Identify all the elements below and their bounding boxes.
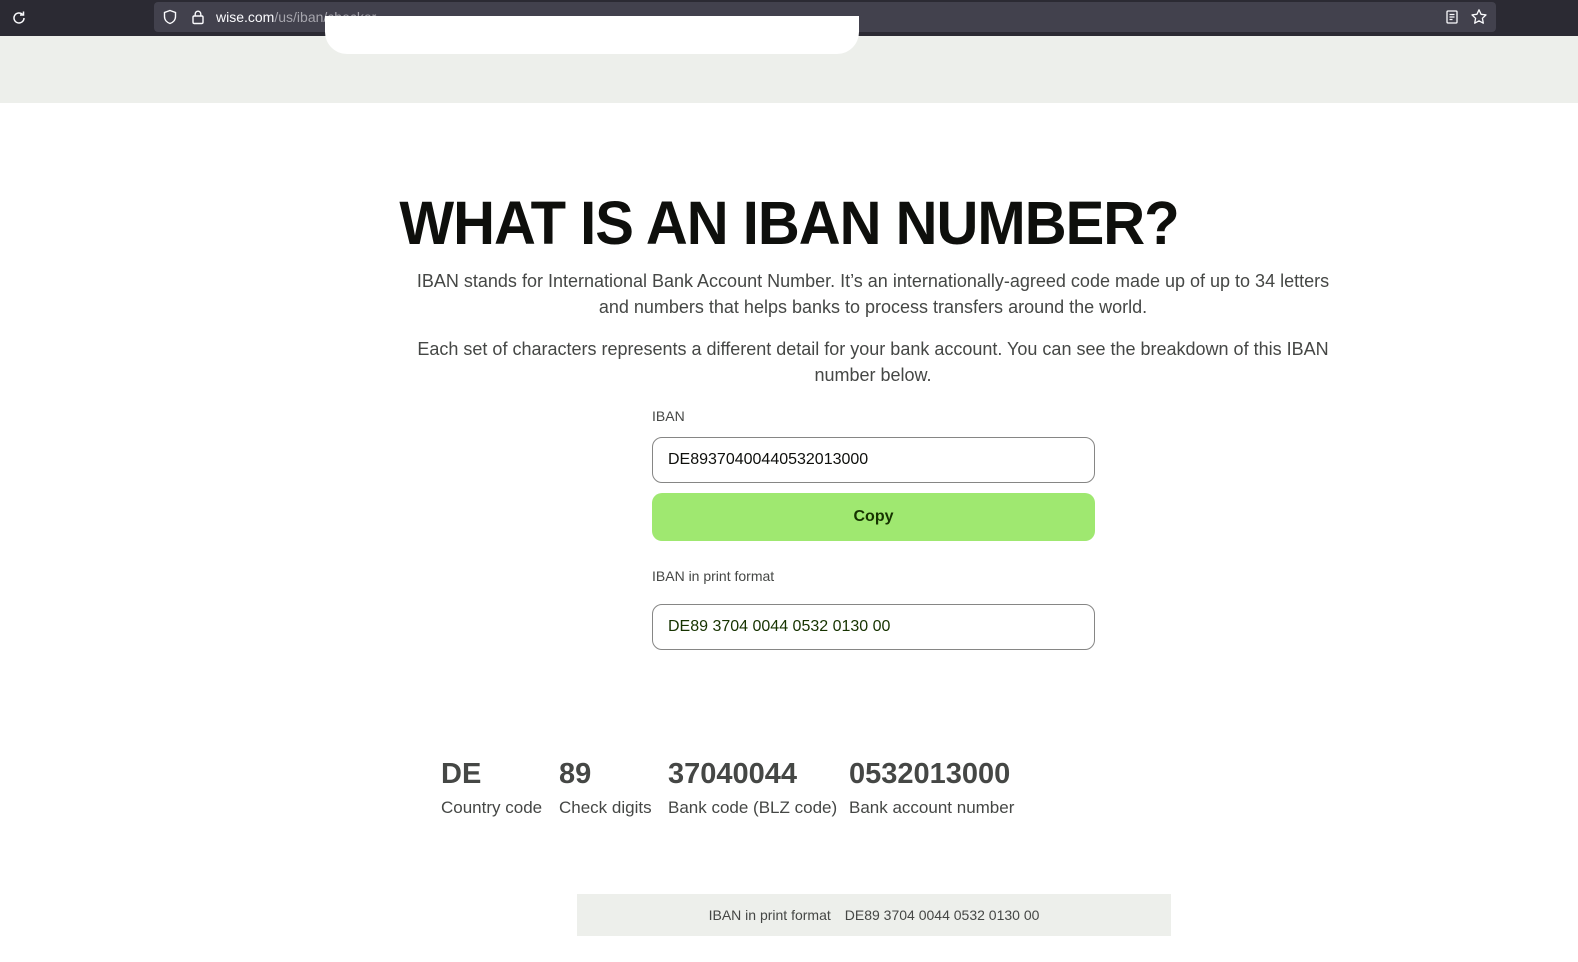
print-format-field[interactable] xyxy=(652,604,1095,650)
shield-icon[interactable] xyxy=(162,9,178,30)
breakdown-paragraph: Each set of characters represents a diff… xyxy=(417,339,1329,385)
iban-field-label: IBAN xyxy=(652,408,685,424)
breakdown-account-number: 0532013000 Bank account number xyxy=(849,756,1014,818)
top-section-band xyxy=(0,16,1578,103)
bookmark-star-icon[interactable] xyxy=(1470,8,1488,31)
breakdown-country-code: DE Country code xyxy=(441,756,542,818)
intro-paragraph: IBAN stands for International Bank Accou… xyxy=(416,271,1330,317)
reader-view-icon[interactable] xyxy=(1444,9,1460,30)
breakdown-caption: Country code xyxy=(441,798,543,817)
summary-label: IBAN in print format xyxy=(708,907,831,923)
breakdown-caption: Check digits xyxy=(559,798,652,817)
breakdown-value: DE xyxy=(441,758,482,790)
breakdown-bank-code: 37040044 Bank code (BLZ code) xyxy=(668,756,837,818)
previous-card-bottom xyxy=(325,16,859,54)
print-format-summary-bar: IBAN in print format DE89 3704 0044 0532… xyxy=(577,894,1171,936)
breakdown-value: 89 xyxy=(559,758,592,790)
breakdown-value: 37040044 xyxy=(668,758,798,790)
summary-value: DE89 3704 0044 0532 0130 00 xyxy=(844,907,1040,923)
breakdown-caption: Bank code (BLZ code) xyxy=(668,798,838,817)
breakdown-value: 0532013000 xyxy=(849,758,1011,790)
reload-icon[interactable] xyxy=(9,8,29,28)
breakdown-caption: Bank account number xyxy=(849,798,1015,817)
breakdown-check-digits: 89 Check digits xyxy=(559,756,652,818)
url-domain: wise.com xyxy=(216,9,275,25)
print-format-label: IBAN in print format xyxy=(652,568,775,584)
iban-input[interactable] xyxy=(652,437,1095,483)
lock-icon[interactable] xyxy=(190,9,206,30)
page-heading: WHAT IS AN IBAN NUMBER? xyxy=(399,189,1179,258)
copy-button[interactable]: Copy xyxy=(652,493,1095,541)
